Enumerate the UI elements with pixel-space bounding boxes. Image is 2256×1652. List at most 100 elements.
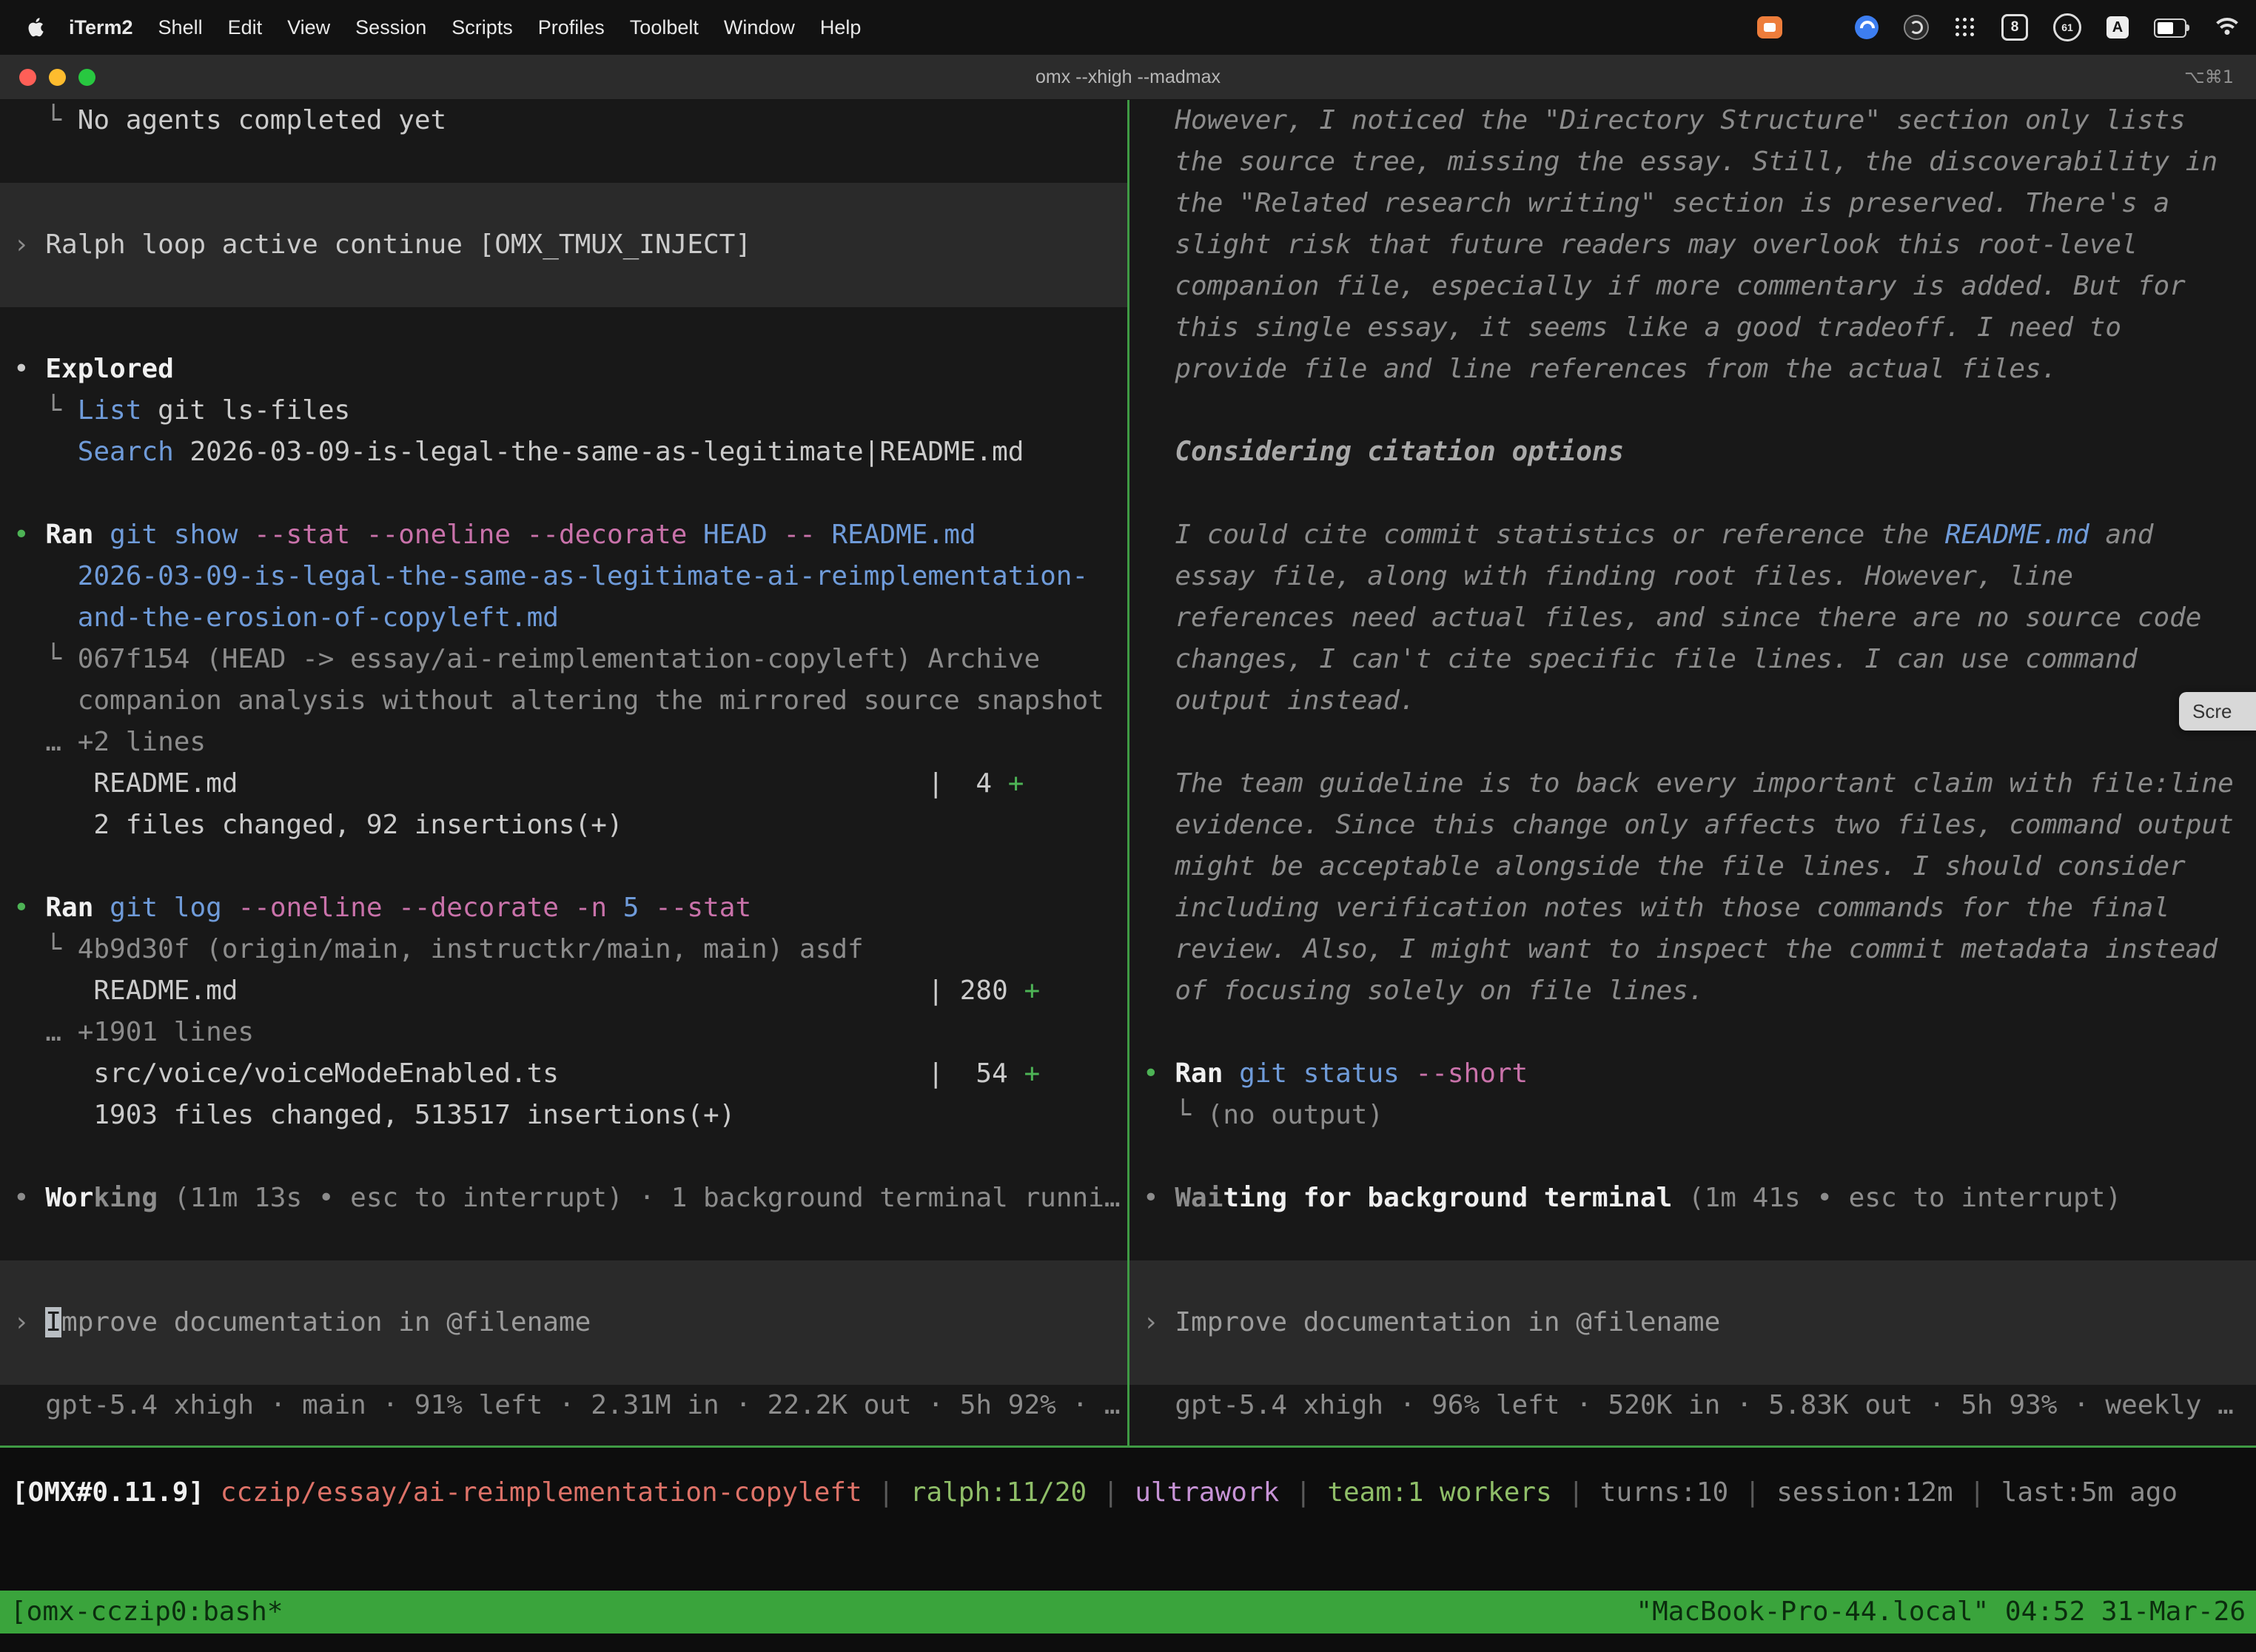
text-segment: might be acceptable alongside the file l… — [1143, 851, 2186, 882]
terminal-line: provide file and line references from th… — [1129, 349, 2256, 390]
text-segment: List — [78, 395, 142, 426]
text-segment: --short — [1416, 1058, 1528, 1089]
text-segment: | — [1279, 1477, 1327, 1508]
text-segment — [816, 520, 832, 550]
terminal-line: review. Also, I might want to inspect th… — [1129, 929, 2256, 970]
box-text: › Improve documentation in @filename — [1129, 1302, 2256, 1343]
terminal-line: output instead. — [1129, 680, 2256, 722]
text-segment: team:1 workers — [1327, 1477, 1551, 1508]
app-8-icon[interactable]: 8 — [2001, 14, 2028, 41]
text-segment: Wor — [45, 1183, 93, 1213]
text-segment: --stat --oneline --decorate — [254, 520, 687, 550]
text-segment: Ralph loop active continue [OMX_TMUX_INJ… — [45, 229, 751, 260]
text-segment: | — [1087, 1477, 1135, 1508]
text-segment: README.md | 4 — [13, 768, 1008, 799]
text-segment: provide file and line references from th… — [1143, 354, 2057, 384]
menu-bar: iTerm2ShellEditViewSessionScriptsProfile… — [0, 0, 2256, 55]
text-segment — [238, 520, 254, 550]
text-segment: The team guideline is to back every impo… — [1143, 768, 2234, 799]
text-segment — [639, 893, 655, 923]
text-segment: -- — [783, 520, 815, 550]
text-segment — [204, 1477, 221, 1508]
terminal-line: … +2 lines — [0, 722, 1127, 763]
text-segment: including verification notes with those … — [1143, 893, 2169, 923]
terminal-line: and-the-erosion-of-copyleft.md — [0, 597, 1127, 639]
text-segment: the "Related research writing" section i… — [1143, 188, 2169, 218]
prompt-input[interactable]: › Improve documentation in @filename — [1129, 1260, 2256, 1385]
text-segment: 2 files changed, 92 insertions(+) — [13, 810, 623, 840]
text-segment — [1400, 1058, 1416, 1089]
terminal-line: README.md | 280 + — [0, 970, 1127, 1012]
menu-item-view[interactable]: View — [275, 16, 343, 39]
menu-item-scripts[interactable]: Scripts — [439, 16, 526, 39]
text-segment: git log — [110, 893, 222, 923]
text-segment: HEAD — [703, 520, 768, 550]
menu-item-window[interactable]: Window — [711, 16, 808, 39]
text-segment: (1m 41s • esc to interrupt) — [1672, 1183, 2121, 1213]
text-segment: • — [13, 354, 45, 384]
window-shortcut: ⌥⌘1 — [2184, 67, 2234, 87]
terminal-line: companion analysis without altering the … — [0, 680, 1127, 722]
text-segment: └ (no output) — [1143, 1100, 1383, 1130]
terminal-line: I could cite commit statistics or refere… — [1129, 514, 2256, 556]
terminal-line: • Ran git show --stat --oneline --decora… — [0, 514, 1127, 556]
battery-icon[interactable] — [2154, 19, 2189, 36]
text-segment: Improve documentation in @filename — [1175, 1307, 1720, 1337]
text-segment: (11m 13s • esc to interrupt) · 1 backgro… — [158, 1183, 1120, 1213]
screen-recording-indicator-icon[interactable] — [1757, 16, 1782, 38]
menu-item-profiles[interactable]: Profiles — [526, 16, 617, 39]
dot — [1955, 18, 1959, 21]
blue-app-icon[interactable] — [1855, 16, 1879, 39]
window-grid-icon[interactable] — [1807, 16, 1830, 38]
screenshot-tooltip: Scre — [2179, 692, 2256, 731]
text-segment: references need actual files, and since … — [1143, 602, 2201, 633]
swirl-app-icon[interactable] — [1904, 15, 1929, 40]
text-segment: evidence. Since this change only affects… — [1143, 810, 2234, 840]
terminal-line: └ List git ls-files — [0, 390, 1127, 432]
text-segment: gpt-5.4 xhigh · 96% left · 520K in · 5.8… — [1143, 1390, 2234, 1420]
input-source-icon[interactable]: A — [2106, 16, 2129, 38]
menu-item-shell[interactable]: Shell — [146, 16, 215, 39]
text-segment: + — [1024, 976, 1040, 1006]
terminal-line: companion file, especially if more comme… — [1129, 266, 2256, 307]
menu-item-iterm2[interactable]: iTerm2 — [56, 16, 146, 39]
text-segment: Ran — [45, 520, 93, 550]
terminal-line: gpt-5.4 xhigh · main · 91% left · 2.31M … — [0, 1385, 1127, 1426]
text-segment: changes, I can't cite specific file line… — [1143, 644, 2138, 674]
terminal-line: might be acceptable alongside the file l… — [1129, 846, 2256, 887]
text-segment: ting for background terminal — [1223, 1183, 1672, 1213]
terminal-line: README.md | 4 + — [0, 763, 1127, 805]
text-segment: 5 — [623, 893, 639, 923]
text-segment: git status — [1239, 1058, 1400, 1089]
terminal-line: essay file, along with finding root file… — [1129, 556, 2256, 597]
text-segment: + — [1024, 1058, 1040, 1089]
text-segment: cczip/essay/ai-reimplementation-copyleft — [221, 1477, 862, 1508]
text-segment: Considering citation options — [1143, 437, 1624, 467]
right-pane: However, I noticed the "Directory Struct… — [1129, 100, 2256, 1446]
menu-item-help[interactable]: Help — [808, 16, 874, 39]
terminal-line: references need actual files, and since … — [1129, 597, 2256, 639]
text-segment: Ran — [45, 893, 93, 923]
title-bar[interactable]: omx --xhigh --madmax ⌥⌘1 — [0, 55, 2256, 100]
terminal-line: including verification notes with those … — [1129, 887, 2256, 929]
terminal-line: the "Related research writing" section i… — [1129, 183, 2256, 224]
omx-status-bar: [OMX#0.11.9] cczip/essay/ai-reimplementa… — [0, 1472, 2256, 1514]
terminal-line: • Explored — [0, 349, 1127, 390]
wifi-icon[interactable] — [2215, 18, 2240, 37]
text-segment: turns:10 — [1600, 1477, 1728, 1508]
gauge-icon[interactable]: 61 — [2053, 13, 2081, 41]
apple-menu-icon[interactable] — [25, 16, 47, 38]
menu-item-toolbelt[interactable]: Toolbelt — [617, 16, 711, 39]
prompt-input[interactable]: › Improve documentation in @filename — [0, 1260, 1127, 1385]
text-segment: | — [1552, 1477, 1600, 1508]
dots-grid-icon[interactable] — [1954, 16, 1976, 38]
menu-item-edit[interactable]: Edit — [215, 16, 275, 39]
terminal-line: the source tree, missing the essay. Stil… — [1129, 141, 2256, 183]
menu-item-session[interactable]: Session — [343, 16, 439, 39]
left-pane: └ No agents completed yet› Ralph loop ac… — [0, 100, 1127, 1446]
text-segment: 2026-03-09-is-legal-the-same-as-legitima… — [174, 437, 1024, 467]
terminal-line: • Ran git log --oneline --decorate -n 5 … — [0, 887, 1127, 929]
text-segment: └ — [13, 105, 78, 135]
terminal-line: • Ran git status --short — [1129, 1053, 2256, 1095]
text-segment — [768, 520, 784, 550]
